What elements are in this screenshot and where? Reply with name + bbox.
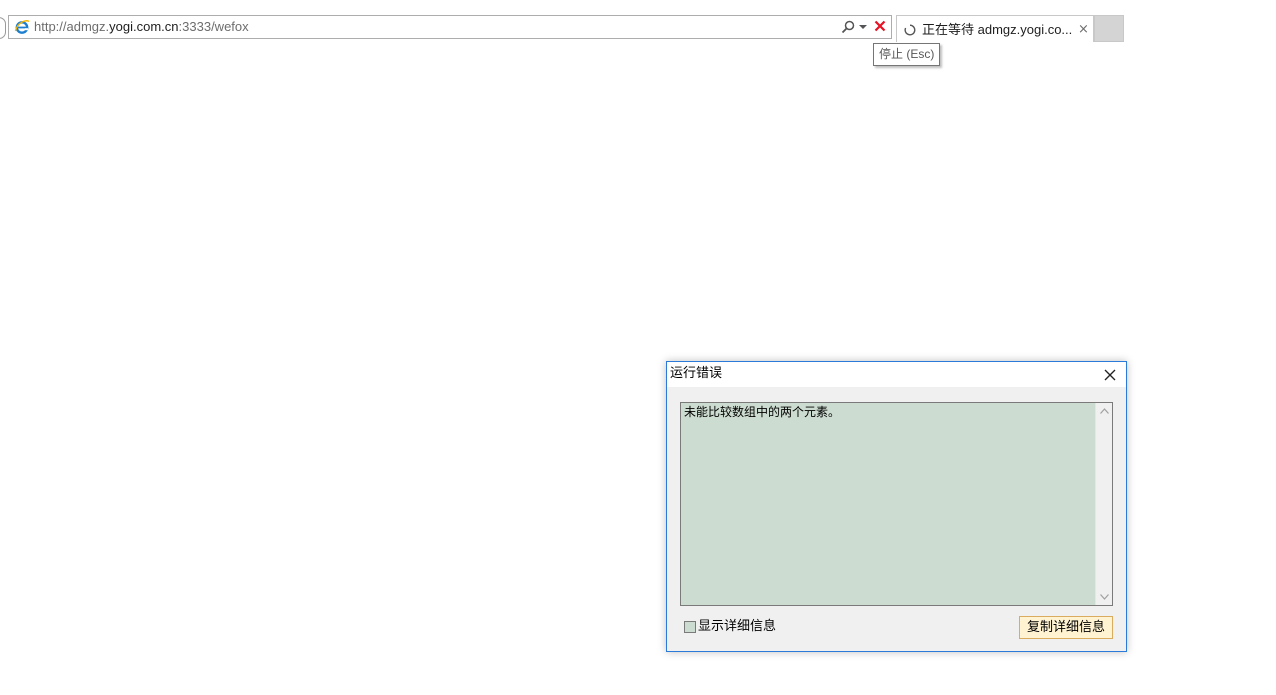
stop-icon[interactable] (873, 19, 887, 33)
stop-tooltip: 停止 (Esc) (873, 43, 941, 66)
error-message-box[interactable]: 未能比较数组中的两个元素。 (680, 402, 1113, 606)
show-details-label[interactable]: 显示详细信息 (698, 619, 776, 635)
new-tab-button[interactable] (1094, 15, 1124, 42)
tab-close-icon[interactable]: × (1078, 22, 1089, 38)
dialog-title: 运行错误 (670, 366, 723, 381)
url-text[interactable]: http://admgz.yogi.com.cn:3333/wefox (34, 19, 249, 35)
error-message: 未能比较数组中的两个元素。 (684, 405, 841, 419)
show-details-checkbox[interactable] (684, 621, 696, 633)
url-suffix: :3333/wefox (178, 19, 249, 34)
chevron-down-icon[interactable] (859, 25, 867, 29)
page: http://admgz.yogi.com.cn:3333/wefox 正在等待… (0, 0, 1276, 695)
search-icon[interactable] (841, 20, 855, 34)
url-prefix: http://admgz. (34, 19, 110, 34)
url-domain: yogi.com.cn (109, 19, 179, 34)
close-icon[interactable] (1101, 366, 1119, 384)
back-button[interactable] (0, 17, 6, 39)
dialog-titlebar[interactable]: 运行错误 (667, 362, 1126, 387)
tab-title: 正在等待 admgz.yogi.co... (922, 22, 1073, 37)
copy-details-button[interactable]: 复制详细信息 (1019, 616, 1113, 639)
ie-logo-icon (14, 20, 30, 34)
address-bar[interactable]: http://admgz.yogi.com.cn:3333/wefox (8, 15, 892, 39)
error-dialog: 运行错误 未能比较数组中的两个元素。 显示详细信息 复制详细信息 (666, 361, 1127, 652)
loading-spinner-icon (904, 24, 916, 36)
vertical-scrollbar[interactable] (1095, 403, 1112, 605)
browser-tab[interactable]: 正在等待 admgz.yogi.co... × (896, 15, 1094, 42)
scroll-down-icon[interactable] (1100, 594, 1109, 600)
scroll-up-icon[interactable] (1100, 408, 1109, 414)
